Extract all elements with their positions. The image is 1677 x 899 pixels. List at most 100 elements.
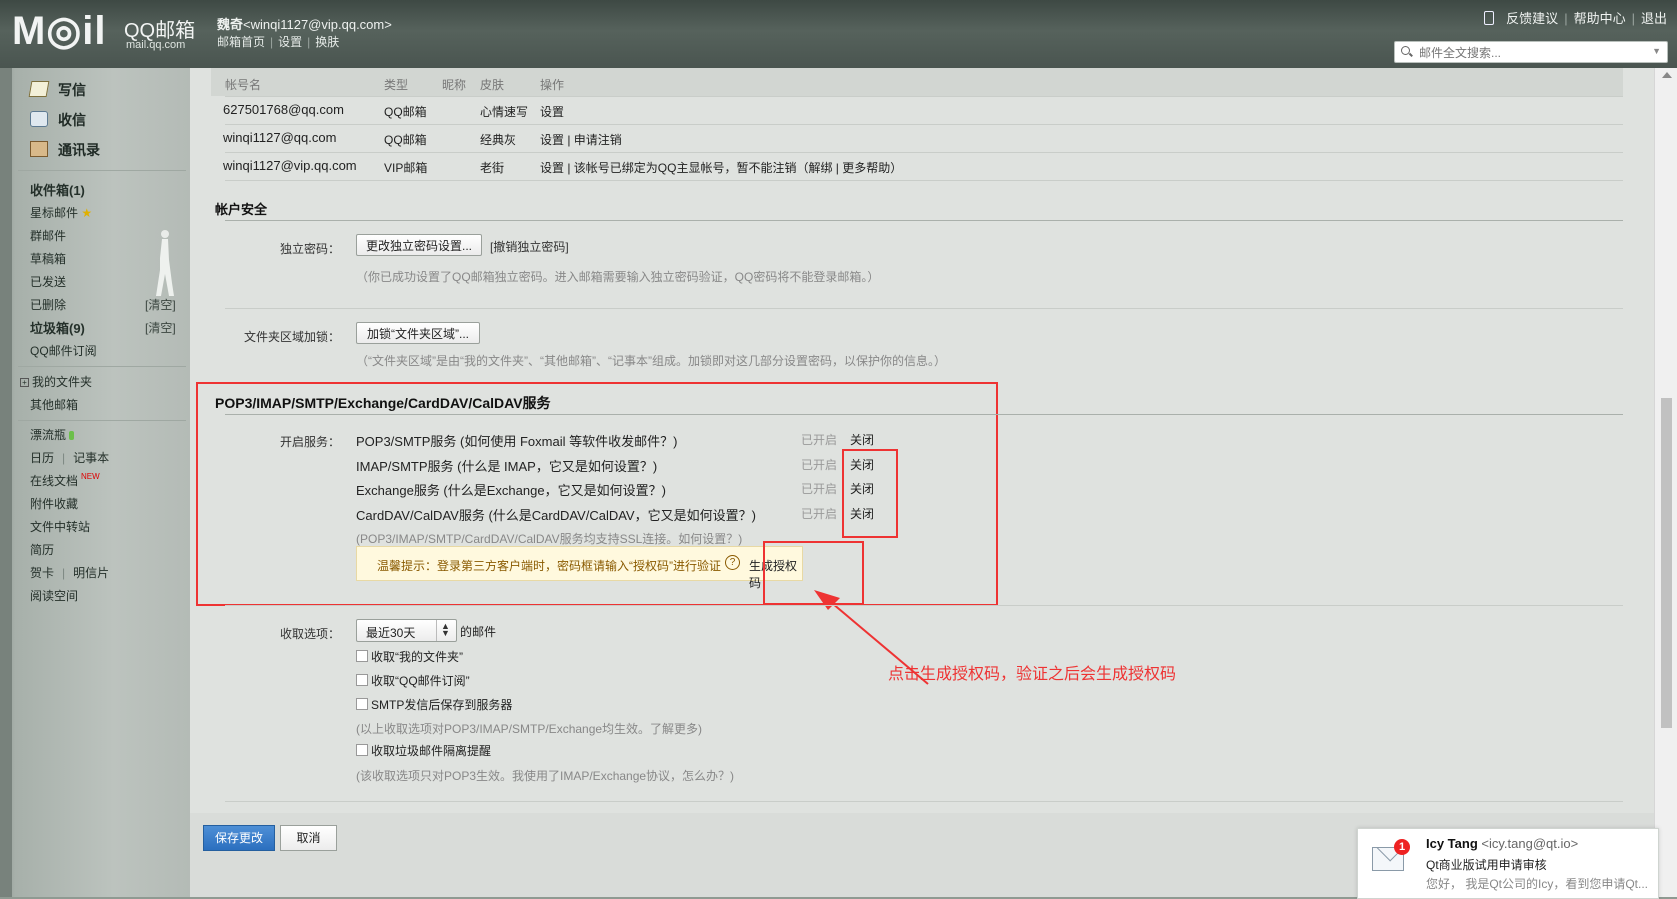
independent-password-label: 独立密码： [279, 242, 340, 256]
logout-link[interactable]: 退出 [1641, 11, 1667, 26]
my-folders[interactable]: + 我的文件夹 [20, 373, 92, 390]
sidebar: 写信 收信 通讯录 收件箱(1) 星标邮件 ★ 群邮件 草稿箱 已发送 已删除 … [0, 68, 190, 897]
account-settings-link[interactable]: 设置 [540, 103, 564, 120]
postcard-link[interactable]: 明信片 [73, 566, 109, 580]
notification-preview: 您好， 我是Qt公司的Icy，看到您申请Qt... [1426, 877, 1649, 891]
service-status: 已开启 [801, 482, 838, 496]
main-scrollbar[interactable] [1654, 68, 1677, 897]
logo-url: mail.qq.com [126, 39, 186, 51]
scroll-up-icon[interactable] [1662, 72, 1672, 78]
col-nick: 昵称 [442, 78, 467, 92]
pop3-only-hint: (该收取选项只对POP3生效。我使用了IMAP/Exchange协议，怎么办？) [356, 769, 735, 783]
chevron-down-icon[interactable]: ▼ [1652, 46, 1661, 56]
revoke-password-link[interactable]: [撤销独立密码] [490, 238, 569, 255]
annotation-text: 点击生成授权码，验证之后会生成授权码 [888, 666, 1177, 683]
sidebar-divider [18, 420, 186, 421]
expand-icon[interactable]: + [20, 378, 29, 387]
password-hint: （你已成功设置了QQ邮箱独立密码。进入邮箱需要输入独立密码验证，QQ密码将不能登… [356, 270, 880, 284]
folder-spam[interactable]: 垃圾箱(9) [30, 318, 85, 337]
nav-mail-home[interactable]: 邮箱首页 [217, 35, 265, 49]
nav-skin[interactable]: 换肤 [315, 35, 339, 49]
security-title: 帐户安全 [215, 202, 268, 217]
smtp-save-checkbox[interactable] [356, 698, 368, 710]
account-ops-links[interactable]: 设置 | 该帐号已绑定为QQ主显帐号，暂不能注销（解绑 | 更多帮助） [540, 159, 902, 176]
folder-inbox[interactable]: 收件箱(1) [30, 180, 85, 199]
header-subnav: 邮箱首页 | 设置 | 换肤 [217, 35, 340, 49]
account-name: winqi1127@qq.com [223, 130, 337, 145]
select-arrows-icon: ▲ ▼ [441, 621, 450, 638]
folder-lock-hint: （“文件夹区域”是由“我的文件夹”、“其他邮箱”、“记事本”组成。加锁即对这几部… [356, 354, 946, 368]
compose-button[interactable]: 写信 [28, 80, 86, 100]
search-input[interactable] [1417, 44, 1641, 61]
file-transfer-link[interactable]: 文件中转站 [30, 518, 90, 535]
user-info: 魏奇<winqi1127@vip.qq.com> [217, 14, 392, 33]
greeting-card-link[interactable]: 贺卡 [30, 566, 54, 580]
contacts-button[interactable]: 通讯录 [30, 140, 100, 160]
new-mail-notification[interactable]: 1 Icy Tang <icy.tang@qt.io> Qt商业版试用申请审核 … [1357, 828, 1659, 899]
save-button[interactable]: 保存更改 [203, 825, 275, 851]
top-links: 反馈建议 | 帮助中心 | 退出 [1484, 8, 1667, 27]
clear-spam-link[interactable]: [清空] [145, 319, 176, 336]
calendar-notepad-row: 日历 | 记事本 [30, 451, 110, 465]
drift-bottle[interactable]: 漂流瓶 [30, 426, 75, 443]
top-header: M◎il QQ邮箱 mail.qq.com 魏奇<winqi1127@vip.q… [0, 0, 1677, 68]
reading-space-link[interactable]: 阅读空间 [30, 587, 78, 604]
row-divider [225, 96, 1623, 97]
card-postcard-row: 贺卡 | 明信片 [30, 566, 110, 580]
compose-label: 写信 [58, 82, 86, 98]
spam-reminder-checkbox[interactable] [356, 744, 368, 756]
drift-bottle-label: 漂流瓶 [30, 428, 67, 442]
help-icon[interactable]: ? [725, 555, 740, 570]
checkbox-label: 收取垃圾邮件隔离提醒 [371, 744, 492, 758]
service-close-link[interactable]: 关闭 [850, 431, 874, 448]
other-mailboxes[interactable]: 其他邮箱 [30, 396, 78, 413]
qq-mail-logo[interactable]: M◎il [12, 8, 106, 54]
notepad-link[interactable]: 记事本 [73, 451, 109, 465]
search-icon[interactable] [1401, 46, 1410, 55]
my-folders-label: 我的文件夹 [32, 375, 93, 389]
service-status: 已开启 [801, 458, 838, 472]
sender-name: Icy Tang [1426, 836, 1478, 851]
folder-sent[interactable]: 已发送 [30, 273, 66, 290]
notification-subject: Qt商业版试用申请审核 [1426, 858, 1547, 872]
period-select[interactable]: 最近30天 ▲ ▼ [356, 619, 457, 642]
help-link[interactable]: 帮助中心 [1574, 11, 1626, 26]
scroll-thumb[interactable] [1661, 398, 1672, 728]
folder-subscription[interactable]: QQ邮件订阅 [30, 342, 97, 359]
account-name: winqi1127@vip.qq.com [223, 158, 357, 173]
caldav-service-name: CardDAV/CalDAV服务 (什么是CardDAV/CalDAV，它又是如… [356, 508, 756, 523]
inbox-icon [30, 111, 48, 127]
lock-folder-button[interactable]: 加锁“文件夹区域”... [356, 322, 480, 344]
search-box: ▼ [1394, 41, 1668, 63]
folder-drafts[interactable]: 草稿箱 [30, 250, 66, 267]
resume-link[interactable]: 简历 [30, 541, 54, 558]
sender-email: <icy.tang@qt.io> [1481, 836, 1579, 851]
service-status: 已开启 [801, 433, 838, 447]
online-docs[interactable]: 在线文档 NEW [30, 472, 100, 489]
status-highlight-box [842, 449, 898, 538]
receive-my-folders-checkbox[interactable] [356, 650, 368, 662]
receive-subscription-checkbox[interactable] [356, 674, 368, 686]
row-divider [225, 124, 1623, 125]
change-password-button[interactable]: 更改独立密码设置... [356, 234, 482, 256]
select-divider [436, 620, 437, 641]
account-ops-links[interactable]: 设置 | 申请注销 [540, 131, 622, 148]
attachments-link[interactable]: 附件收藏 [30, 495, 78, 512]
folder-lock-label: 文件夹区域加锁： [243, 330, 340, 344]
receive-button[interactable]: 收信 [30, 110, 86, 130]
clear-deleted-link[interactable]: [清空] [145, 296, 176, 313]
feedback-link[interactable]: 反馈建议 [1506, 11, 1558, 26]
nav-settings[interactable]: 设置 [278, 35, 302, 49]
folder-group[interactable]: 群邮件 [30, 227, 66, 244]
address-book-icon [30, 141, 48, 157]
account-skin: 经典灰 [480, 133, 517, 147]
col-skin: 皮肤 [480, 78, 505, 92]
cancel-button[interactable]: 取消 [280, 825, 337, 851]
col-ops: 操作 [540, 78, 565, 92]
phone-icon[interactable] [1484, 11, 1495, 25]
folder-deleted[interactable]: 已删除 [30, 296, 66, 313]
tip-text: 温馨提示：登录第三方客户端时，密码框请输入“授权码”进行验证 [377, 559, 721, 573]
folder-starred[interactable]: 星标邮件 ★ [30, 204, 92, 221]
row-divider [225, 152, 1623, 153]
calendar-link[interactable]: 日历 [30, 451, 54, 465]
